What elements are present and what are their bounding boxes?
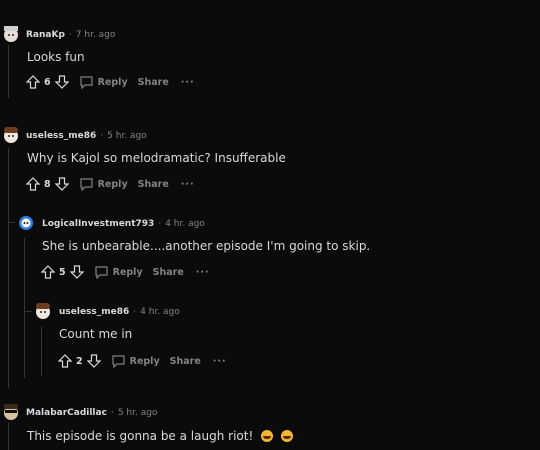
username[interactable]: useless_me86 (59, 307, 129, 317)
username[interactable]: MalabarCadillac (26, 408, 107, 418)
reply-button[interactable]: Reply (111, 354, 160, 368)
comment-text: This episode is gonna be a laugh riot! (27, 429, 254, 443)
thread-line (8, 420, 9, 450)
more-options-button[interactable]: ··· (213, 356, 227, 367)
downvote-icon[interactable] (54, 177, 69, 191)
username[interactable]: useless_me86 (26, 131, 96, 141)
reply-icon (80, 76, 93, 89)
downvote-icon[interactable] (86, 354, 101, 368)
separator: · (133, 307, 137, 317)
downvote-icon[interactable] (54, 75, 69, 89)
avatar[interactable] (0, 401, 22, 423)
reply-label: Reply (97, 178, 128, 190)
timestamp[interactable]: 7 hr. ago (76, 30, 116, 40)
thread-line (41, 326, 42, 376)
reply-label: Reply (129, 355, 160, 367)
reply-button[interactable]: Reply (79, 177, 128, 191)
share-button[interactable]: Share (138, 77, 169, 88)
reply-label: Reply (112, 266, 143, 278)
comment-text: Why is Kajol so melodramatic? Insufferab… (27, 151, 286, 165)
comment-meta: LogicalInvestment793 · 4 hr. ago (42, 219, 205, 229)
separator: · (158, 219, 162, 229)
timestamp[interactable]: 4 hr. ago (140, 307, 180, 317)
avatar[interactable] (32, 300, 54, 322)
vote-count: 8 (44, 178, 51, 190)
comment-text: Count me in (59, 327, 133, 341)
reply-button[interactable]: Reply (94, 265, 143, 279)
separator: · (110, 408, 114, 418)
more-options-button[interactable]: ··· (181, 179, 195, 190)
share-button[interactable]: Share (170, 356, 201, 367)
username[interactable]: LogicalInvestment793 (42, 219, 154, 229)
downvote-icon[interactable] (69, 265, 84, 279)
username[interactable]: RanaKp (26, 30, 65, 40)
reply-icon (95, 266, 108, 279)
vote-count: 5 (59, 266, 66, 278)
reply-icon (80, 178, 93, 191)
thread-line (8, 40, 9, 98)
comment-actions: 5 Reply Share ··· (41, 265, 210, 279)
avatar[interactable] (0, 23, 22, 45)
rolling-on-floor-laughing-icon (280, 430, 293, 442)
comment-meta: MalabarCadillac · 5 hr. ago (26, 408, 157, 418)
upvote-icon[interactable] (58, 354, 72, 368)
comment-actions: 6 Reply Share ··· (26, 75, 195, 89)
comment-actions: 2 Reply Share ··· (58, 354, 227, 368)
avatar[interactable] (15, 211, 37, 233)
thread-line (24, 238, 25, 378)
separator: · (100, 131, 104, 141)
comment-actions: 8 Reply Share ··· (26, 177, 195, 191)
reply-label: Reply (97, 76, 128, 88)
separator: · (68, 30, 72, 40)
timestamp[interactable]: 4 hr. ago (165, 219, 205, 229)
comment-text-row: This episode is gonna be a laugh riot! (27, 429, 293, 443)
reply-icon (112, 355, 125, 368)
more-options-button[interactable]: ··· (181, 77, 195, 88)
comment-text: Looks fun (27, 50, 85, 64)
timestamp[interactable]: 5 hr. ago (118, 408, 158, 418)
rolling-on-floor-laughing-icon (261, 430, 274, 442)
share-button[interactable]: Share (153, 267, 184, 278)
vote-count: 2 (76, 355, 83, 367)
comment-meta: RanaKp · 7 hr. ago (26, 30, 115, 40)
timestamp[interactable]: 5 hr. ago (107, 131, 147, 141)
upvote-icon[interactable] (26, 75, 40, 89)
more-options-button[interactable]: ··· (196, 267, 210, 278)
comment-meta: useless_me86 · 4 hr. ago (59, 307, 180, 317)
upvote-icon[interactable] (41, 265, 55, 279)
share-button[interactable]: Share (138, 179, 169, 190)
comment-text: She is unbearable....another episode I'm… (42, 239, 371, 253)
reply-button[interactable]: Reply (79, 75, 128, 89)
vote-count: 6 (44, 76, 51, 88)
upvote-icon[interactable] (26, 177, 40, 191)
avatar[interactable] (0, 124, 22, 146)
comment-meta: useless_me86 · 5 hr. ago (26, 131, 147, 141)
thread-line (8, 148, 9, 388)
